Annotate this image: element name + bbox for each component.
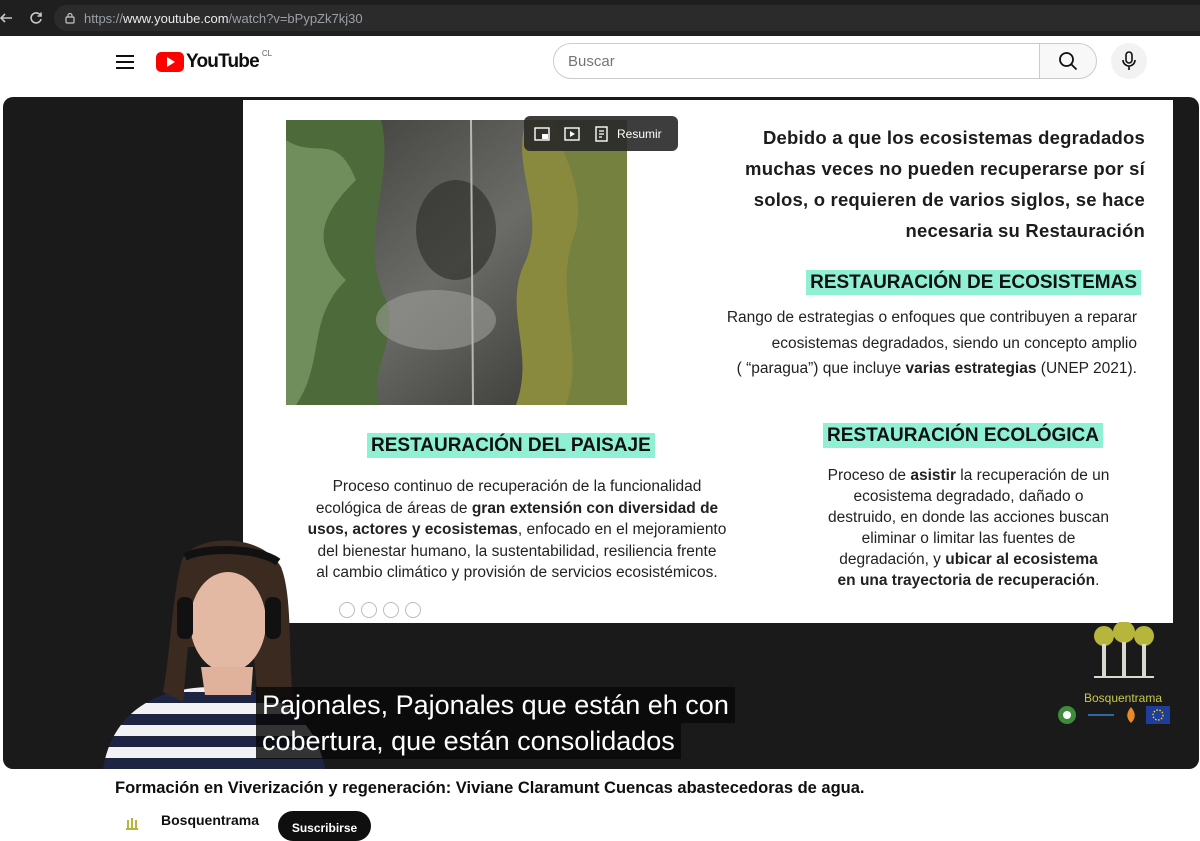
slide-toolbar <box>339 602 421 618</box>
slide-tool-icon <box>405 602 421 618</box>
back-arrow-icon[interactable] <box>0 4 20 32</box>
subscribe-button[interactable]: Suscribirse <box>278 811 371 841</box>
menu-icon[interactable] <box>112 49 138 75</box>
reload-icon[interactable] <box>22 4 50 32</box>
ecological-restoration-text: Proceso de asistir la recuperación de un… <box>827 467 1110 589</box>
tree-logo-icon <box>1094 621 1154 678</box>
video-title: Formación en Viverización y regeneración… <box>115 779 865 797</box>
partner-logo-icon <box>1058 706 1076 724</box>
flame-logo-icon <box>1127 707 1135 723</box>
ecological-restoration-heading: RESTAURACIÓN ECOLÓGICA <box>823 423 1103 448</box>
country-code: CL <box>261 48 273 58</box>
summary-button-label[interactable]: Resumir <box>617 127 662 141</box>
channel-avatar[interactable] <box>121 812 143 834</box>
landscape-restoration-text: Proceso continuo de recuperación de la f… <box>307 478 727 581</box>
slide-intro-text: Debido a que los ecosistemas degradados … <box>745 127 1145 241</box>
slide-tool-icon <box>339 602 355 618</box>
presentation-slide: Resumir Debido a que los ecosistemas deg… <box>243 100 1173 623</box>
logo-text: YouTube <box>186 51 260 72</box>
site-info-icon[interactable] <box>64 12 76 24</box>
landscape-restoration-heading: RESTAURACIÓN DEL PAISAJE <box>367 433 655 458</box>
search-field[interactable] <box>553 43 1040 79</box>
partner-logos <box>1056 705 1170 725</box>
address-bar[interactable]: https://www.youtube.com/watch?v=bPypZk7k… <box>54 5 1200 31</box>
ecosystem-restoration-heading: RESTAURACIÓN DE ECOSISTEMAS <box>806 270 1141 295</box>
captions: Pajonales, Pajonales que están eh con co… <box>256 687 735 759</box>
youtube-play-icon <box>156 52 184 72</box>
channel-name[interactable]: Bosquentrama <box>161 812 259 828</box>
brand-name: Bosquentrama <box>1083 691 1163 705</box>
video-player[interactable]: Resumir Debido a que los ecosistemas deg… <box>3 97 1199 769</box>
voice-search-button[interactable] <box>1111 43 1147 79</box>
caption-line: Pajonales, Pajonales que están eh con <box>256 687 735 723</box>
player-overlay-controls: Resumir <box>524 116 678 151</box>
search-icon <box>1059 52 1078 71</box>
eu-flag-icon <box>1146 706 1170 724</box>
youtube-header: YouTube CL <box>0 36 1200 90</box>
url-text: https://www.youtube.com/watch?v=bPypZk7k… <box>84 10 363 26</box>
play-next-icon[interactable] <box>563 125 581 143</box>
miniplayer-icon[interactable] <box>533 125 551 143</box>
browser-toolbar: https://www.youtube.com/watch?v=bPypZk7k… <box>0 0 1200 36</box>
slide-tool-icon <box>383 602 399 618</box>
chic-logo-icon <box>1088 714 1114 716</box>
caption-line: cobertura, que están consolidados <box>256 723 681 759</box>
aerial-photo <box>286 120 627 405</box>
summary-icon[interactable] <box>593 125 611 143</box>
search-input[interactable] <box>568 52 1039 70</box>
slide-tool-icon <box>361 602 377 618</box>
search-button[interactable] <box>1039 43 1097 79</box>
ecosystem-restoration-text: Rango de estrategias o enfoques que cont… <box>726 309 1137 377</box>
youtube-logo[interactable]: YouTube CL <box>156 48 273 73</box>
microphone-icon <box>1122 51 1136 70</box>
